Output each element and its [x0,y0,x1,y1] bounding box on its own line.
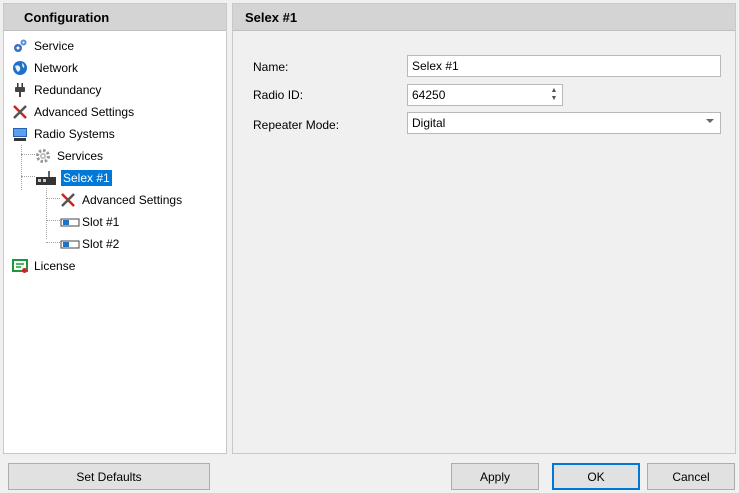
tree-item-service[interactable]: Service [12,36,76,56]
tree-item-selex-1[interactable]: Selex #1 [35,168,112,188]
tree-item-label: Network [34,61,79,75]
computer-icon [12,126,28,142]
tree-item-label: Advanced Settings [82,193,183,207]
name-label: Name: [253,60,289,74]
repeater-mode-label: Repeater Mode: [253,118,340,132]
tree-item-radio-systems[interactable]: Radio Systems [12,124,117,144]
slot-icon [60,236,80,252]
license-icon [12,258,28,274]
ok-button[interactable]: OK [552,463,640,490]
panel-title: Selex #1 [233,4,735,31]
cancel-button[interactable]: Cancel [647,463,735,490]
tree-item-license[interactable]: License [12,256,77,276]
properties-panel: Selex #1 Name: Selex #1 Radio ID: 64250 … [232,3,736,454]
tree-item-network[interactable]: Network [12,58,80,78]
repeater-mode-value: Digital [412,116,446,130]
set-defaults-button[interactable]: Set Defaults [8,463,210,490]
gear-cog-icon [12,38,28,54]
tree-item-slot-2[interactable]: Slot #2 [60,234,121,254]
repeater-mode-dropdown[interactable]: Digital [407,112,721,134]
slot-icon [60,214,80,230]
gear-icon [35,148,51,164]
tree-item-label: Radio Systems [34,127,115,141]
configuration-header: Configuration [4,4,226,31]
radio-id-value: 64250 [412,88,446,102]
name-field-value: Selex #1 [412,59,459,73]
tree-item-label: Services [57,149,104,163]
plug-icon [12,82,28,98]
tree-item-label: Slot #1 [82,215,120,229]
tools-icon [12,104,28,120]
tools-icon [60,192,76,208]
radio-icon [35,170,56,186]
tree-item-label: Selex #1 [61,170,112,186]
radio-id-spinner[interactable]: 64250 ▲ ▼ [407,84,563,106]
tree-item-redundancy[interactable]: Redundancy [12,80,103,100]
tree-item-services[interactable]: Services [35,146,105,166]
tree-item-label: License [34,259,76,273]
apply-button[interactable]: Apply [451,463,539,490]
tree-item-selex-advanced-settings[interactable]: Advanced Settings [60,190,184,210]
tree-item-advanced-settings[interactable]: Advanced Settings [12,102,136,122]
tree-item-slot-1[interactable]: Slot #1 [60,212,121,232]
radio-id-label: Radio ID: [253,88,304,102]
tree-item-label: Service [34,39,75,53]
tree-item-label: Redundancy [34,83,102,97]
configuration-tree-panel: Configuration Service Network Redundancy… [3,3,227,454]
tree-item-label: Advanced Settings [34,105,135,119]
spinner-arrows-icon[interactable]: ▲ ▼ [549,87,559,103]
tree-item-label: Slot #2 [82,237,120,251]
globe-icon [12,60,28,76]
chevron-down-icon[interactable] [706,119,714,123]
name-field[interactable]: Selex #1 [407,55,721,77]
